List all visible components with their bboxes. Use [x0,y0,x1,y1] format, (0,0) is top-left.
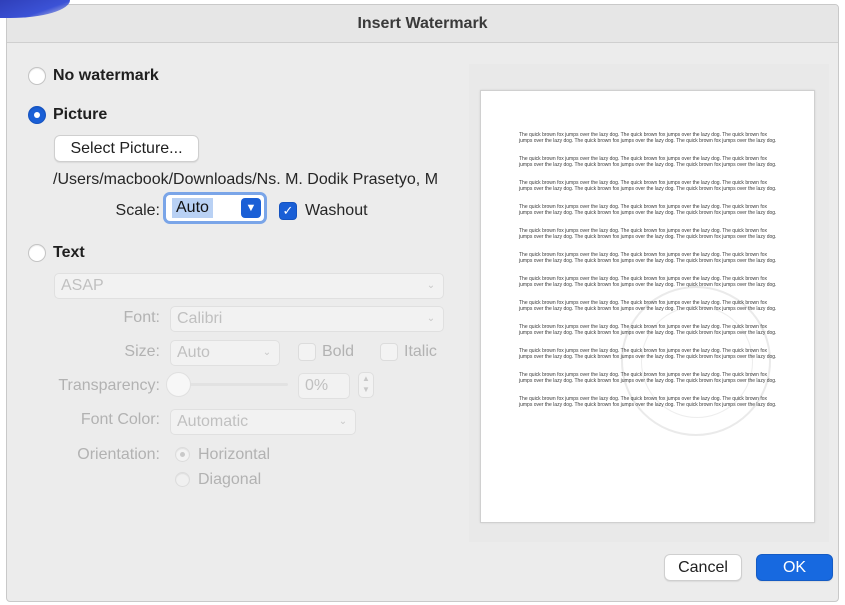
preview-paragraph: The quick brown fox jumps over the lazy … [519,252,777,264]
preview-page: The quick brown fox jumps over the lazy … [480,90,815,523]
font-color-value: Automatic [177,413,249,430]
preview-paragraph: The quick brown fox jumps over the lazy … [519,396,777,408]
font-color-label: Font Color: [80,411,160,428]
no-watermark-label[interactable]: No watermark [53,67,159,85]
picture-path: /Users/macbook/Downloads/Ns. M. Dodik Pr… [53,171,439,188]
scale-label: Scale: [115,202,160,219]
diagonal-label[interactable]: Diagonal [198,471,261,489]
orientation-label: Orientation: [77,446,160,463]
preview-paragraph: The quick brown fox jumps over the lazy … [519,372,777,384]
preview-paragraph: The quick brown fox jumps over the lazy … [519,228,777,240]
size-value: Auto [177,344,210,361]
preview-paragraph: The quick brown fox jumps over the lazy … [519,204,777,216]
transparency-stepper[interactable]: ▲ ▼ [358,372,374,398]
ok-button[interactable]: OK [756,554,833,581]
chevron-down-icon: ⌄ [426,280,436,291]
bold-checkbox[interactable] [298,343,316,361]
transparency-field[interactable]: 0% [298,373,350,399]
bold-label[interactable]: Bold [322,343,354,361]
size-label: Size: [124,343,160,360]
font-select[interactable]: Calibri ⌄ [170,306,444,332]
dialog-title: Insert Watermark [7,5,838,43]
watermark-text-combobox[interactable]: ASAP ⌄ [54,273,444,299]
horizontal-label[interactable]: Horizontal [198,446,270,464]
preview-paragraph: The quick brown fox jumps over the lazy … [519,180,777,192]
horizontal-radio[interactable] [175,447,190,462]
preview-paragraph: The quick brown fox jumps over the lazy … [519,348,777,360]
preview-paragraph: The quick brown fox jumps over the lazy … [519,276,777,288]
chevron-down-icon[interactable]: ▼ [241,198,261,218]
cancel-button[interactable]: Cancel [664,554,742,581]
no-watermark-radio[interactable] [28,67,46,85]
preview-paragraph: The quick brown fox jumps over the lazy … [519,156,777,168]
chevron-down-icon: ⌄ [426,313,436,324]
transparency-label: Transparency: [58,377,160,394]
italic-label[interactable]: Italic [404,343,437,361]
italic-checkbox[interactable] [380,343,398,361]
transparency-slider-knob[interactable] [166,372,191,397]
text-label[interactable]: Text [53,244,85,262]
picture-radio[interactable] [28,106,46,124]
preview-paragraph: The quick brown fox jumps over the lazy … [519,324,777,336]
font-label: Font: [123,309,160,326]
text-radio[interactable] [28,244,46,262]
scale-select[interactable]: Auto ▼ [163,192,267,224]
chevron-down-icon: ⌄ [338,416,348,427]
font-color-select[interactable]: Automatic ⌄ [170,409,356,435]
size-select[interactable]: Auto ⌄ [170,340,280,366]
watermark-text-value: ASAP [61,277,104,294]
preview-paragraph: The quick brown fox jumps over the lazy … [519,132,777,144]
select-picture-button[interactable]: Select Picture... [54,135,199,162]
transparency-value: 0% [305,377,329,394]
washout-checkbox[interactable]: ✓ [279,202,297,220]
diagonal-radio[interactable] [175,472,190,487]
font-value: Calibri [177,310,223,327]
chevron-down-icon: ⌄ [262,347,272,358]
washout-label[interactable]: Washout [305,202,368,220]
picture-label[interactable]: Picture [53,106,107,124]
preview-paragraph: The quick brown fox jumps over the lazy … [519,300,777,312]
scale-value: Auto [172,198,213,218]
